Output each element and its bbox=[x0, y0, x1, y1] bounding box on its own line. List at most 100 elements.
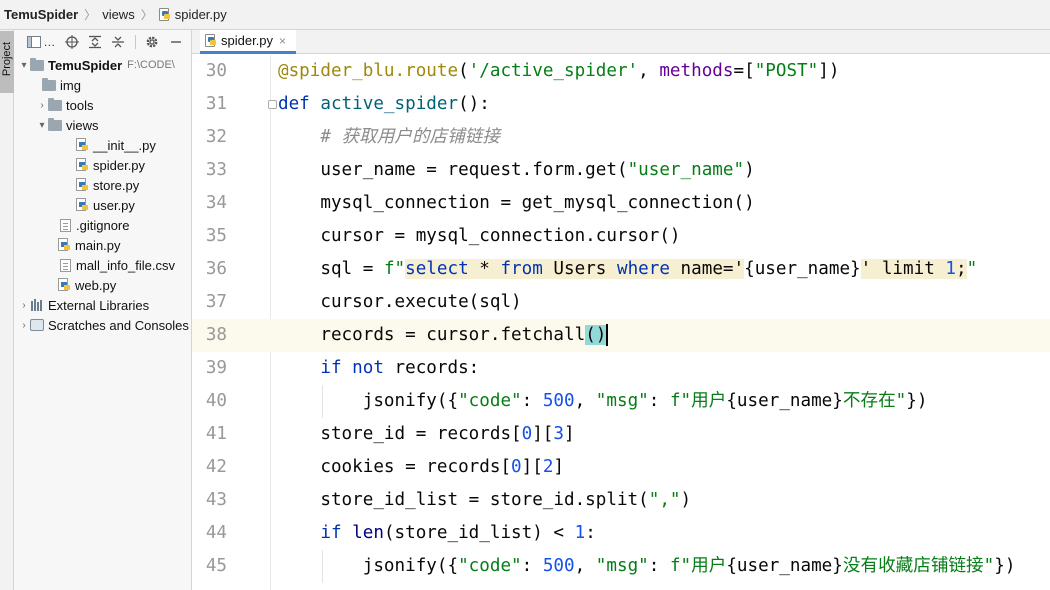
tree-item-label: mall_info_file.csv bbox=[76, 257, 175, 273]
tree-item-label: store.py bbox=[93, 177, 140, 193]
line-number: 34 bbox=[205, 193, 227, 213]
code-text: if len(store_id_list) < 1: bbox=[320, 523, 596, 543]
more-icon[interactable]: … bbox=[43, 35, 55, 49]
chevron-right-icon[interactable]: › bbox=[18, 320, 30, 331]
code-line[interactable]: 41 store_id = records[0][3] bbox=[192, 418, 1050, 451]
line-number: 39 bbox=[205, 358, 227, 378]
line-number: 36 bbox=[205, 259, 227, 279]
code-text: def active_spider(): bbox=[278, 94, 490, 114]
tree-item-label: External Libraries bbox=[48, 297, 150, 313]
collapse-all-icon[interactable] bbox=[110, 33, 126, 51]
code-line[interactable]: 30 @spider_blu.route('/active_spider', m… bbox=[192, 55, 1050, 88]
tree-item-img[interactable]: img bbox=[42, 75, 81, 95]
code-line[interactable]: 33 user_name = request.form.get("user_na… bbox=[192, 154, 1050, 187]
chevron-right-icon[interactable]: › bbox=[18, 300, 30, 311]
fold-icon[interactable] bbox=[268, 100, 277, 109]
tree-item-store[interactable]: store.py bbox=[76, 175, 139, 195]
close-icon[interactable]: × bbox=[279, 34, 286, 48]
line-number: 31 bbox=[205, 94, 227, 114]
tree-item-spider[interactable]: spider.py bbox=[76, 155, 145, 175]
line-number: 41 bbox=[205, 424, 227, 444]
tree-item-scratches[interactable]: › Scratches and Consoles bbox=[18, 315, 189, 335]
tree-item-label: img bbox=[60, 77, 81, 93]
code-text: store_id = records[0][3] bbox=[278, 424, 575, 444]
tab-spider-py[interactable]: spider.py × bbox=[200, 30, 296, 54]
python-file-icon bbox=[76, 138, 89, 152]
expand-all-icon[interactable] bbox=[87, 33, 103, 51]
code-text: sql = f"select * from Users where name='… bbox=[278, 259, 978, 279]
code-line[interactable]: 44 if len(store_id_list) < 1: bbox=[192, 517, 1050, 550]
code-line-current[interactable]: 38 records = cursor.fetchall() bbox=[192, 319, 1050, 352]
code-line[interactable]: 32 # 获取用户的店铺链接 bbox=[192, 121, 1050, 154]
tree-item-label: web.py bbox=[75, 277, 117, 293]
code-line[interactable]: 35 cursor = mysql_connection.cursor() bbox=[192, 220, 1050, 253]
code-line[interactable]: 36 sql = f"select * from Users where nam… bbox=[192, 253, 1050, 286]
line-number: 38 bbox=[205, 325, 227, 345]
folder-icon bbox=[48, 97, 62, 111]
minimize-icon[interactable] bbox=[168, 33, 184, 51]
python-file-icon bbox=[76, 178, 89, 192]
text-file-icon bbox=[60, 218, 71, 232]
tree-item-label: tools bbox=[66, 97, 94, 113]
line-number: 42 bbox=[205, 457, 227, 477]
tree-item-user[interactable]: user.py bbox=[76, 195, 135, 215]
gear-icon[interactable] bbox=[144, 33, 160, 51]
tree-item-label: user.py bbox=[93, 197, 135, 213]
tree-item-tools[interactable]: › tools bbox=[36, 95, 93, 115]
line-number: 45 bbox=[205, 556, 227, 576]
tree-item-gitignore[interactable]: .gitignore bbox=[60, 215, 129, 235]
chevron-right-icon: 〉 bbox=[140, 8, 153, 22]
python-file-icon bbox=[76, 198, 89, 212]
tab-label: spider.py bbox=[221, 33, 274, 48]
toolbar-divider bbox=[135, 35, 137, 49]
editor-tab-bar: spider.py × bbox=[192, 30, 1050, 54]
text-caret bbox=[606, 324, 609, 346]
tree-item-label: __init__.py bbox=[93, 137, 156, 153]
project-toolwindow-tab[interactable]: Project bbox=[0, 31, 14, 93]
tree-item-label: spider.py bbox=[93, 157, 146, 173]
python-file-icon bbox=[76, 158, 89, 172]
tree-root[interactable]: ▾ TemuSpider F:\CODE\ bbox=[18, 55, 175, 75]
line-number: 30 bbox=[205, 61, 227, 81]
code-line[interactable]: 39 if not records: bbox=[192, 352, 1050, 385]
code-line[interactable]: 42 cookies = records[0][2] bbox=[192, 451, 1050, 484]
line-number: 32 bbox=[205, 127, 227, 147]
code-line[interactable]: 31 def active_spider(): bbox=[192, 88, 1050, 121]
code-text: @spider_blu.route('/active_spider', meth… bbox=[278, 61, 840, 81]
breadcrumb-folder[interactable]: views bbox=[102, 7, 135, 22]
tree-item-label: .gitignore bbox=[76, 217, 130, 233]
code-text: user_name = request.form.get("user_name"… bbox=[278, 160, 755, 180]
code-line[interactable]: 37 cursor.execute(sql) bbox=[192, 286, 1050, 319]
python-file-icon bbox=[205, 34, 217, 47]
folder-icon bbox=[48, 117, 62, 131]
tree-item-csv[interactable]: mall_info_file.csv bbox=[60, 255, 175, 275]
code-line[interactable]: 40 jsonify({"code": 500, "msg": f"用户{use… bbox=[192, 385, 1050, 418]
code-text: records = cursor.fetchall() bbox=[278, 324, 609, 346]
chevron-right-icon[interactable]: › bbox=[36, 100, 48, 111]
project-toolbar: … bbox=[14, 30, 191, 54]
folder-icon bbox=[42, 77, 56, 91]
code-text: jsonify({"code": 500, "msg": f"用户{user_n… bbox=[278, 391, 928, 411]
breadcrumb-project[interactable]: TemuSpider bbox=[4, 7, 78, 22]
left-tool-strip: Project bbox=[0, 30, 14, 590]
breadcrumb-file[interactable]: spider.py bbox=[158, 7, 227, 22]
code-text: mysql_connection = get_mysql_connection(… bbox=[278, 193, 755, 213]
code-line[interactable]: 45 jsonify({"code": 500, "msg": f"用户{use… bbox=[192, 550, 1050, 583]
code-editor[interactable]: 30 @spider_blu.route('/active_spider', m… bbox=[192, 55, 1050, 590]
chevron-down-icon[interactable]: ▾ bbox=[36, 120, 48, 131]
tree-item-main[interactable]: main.py bbox=[58, 235, 121, 255]
tree-item-label: views bbox=[66, 117, 99, 133]
tree-item-views[interactable]: ▾ views bbox=[36, 115, 99, 135]
locate-icon[interactable] bbox=[63, 33, 79, 51]
code-text: jsonify({"code": 500, "msg": f"用户{user_n… bbox=[278, 556, 1016, 576]
tree-item-web[interactable]: web.py bbox=[58, 275, 116, 295]
code-line[interactable]: 43 store_id_list = store_id.split(",") bbox=[192, 484, 1050, 517]
tree-item-label: main.py bbox=[75, 237, 121, 253]
view-mode-icon[interactable] bbox=[26, 33, 42, 51]
tree-item-external-libraries[interactable]: › External Libraries bbox=[18, 295, 149, 315]
chevron-down-icon[interactable]: ▾ bbox=[18, 60, 30, 71]
code-line[interactable]: 34 mysql_connection = get_mysql_connecti… bbox=[192, 187, 1050, 220]
tree-item-init[interactable]: __init__.py bbox=[76, 135, 156, 155]
tree-root-path: F:\CODE\ bbox=[127, 59, 175, 71]
code-text: cursor.execute(sql) bbox=[278, 292, 522, 312]
